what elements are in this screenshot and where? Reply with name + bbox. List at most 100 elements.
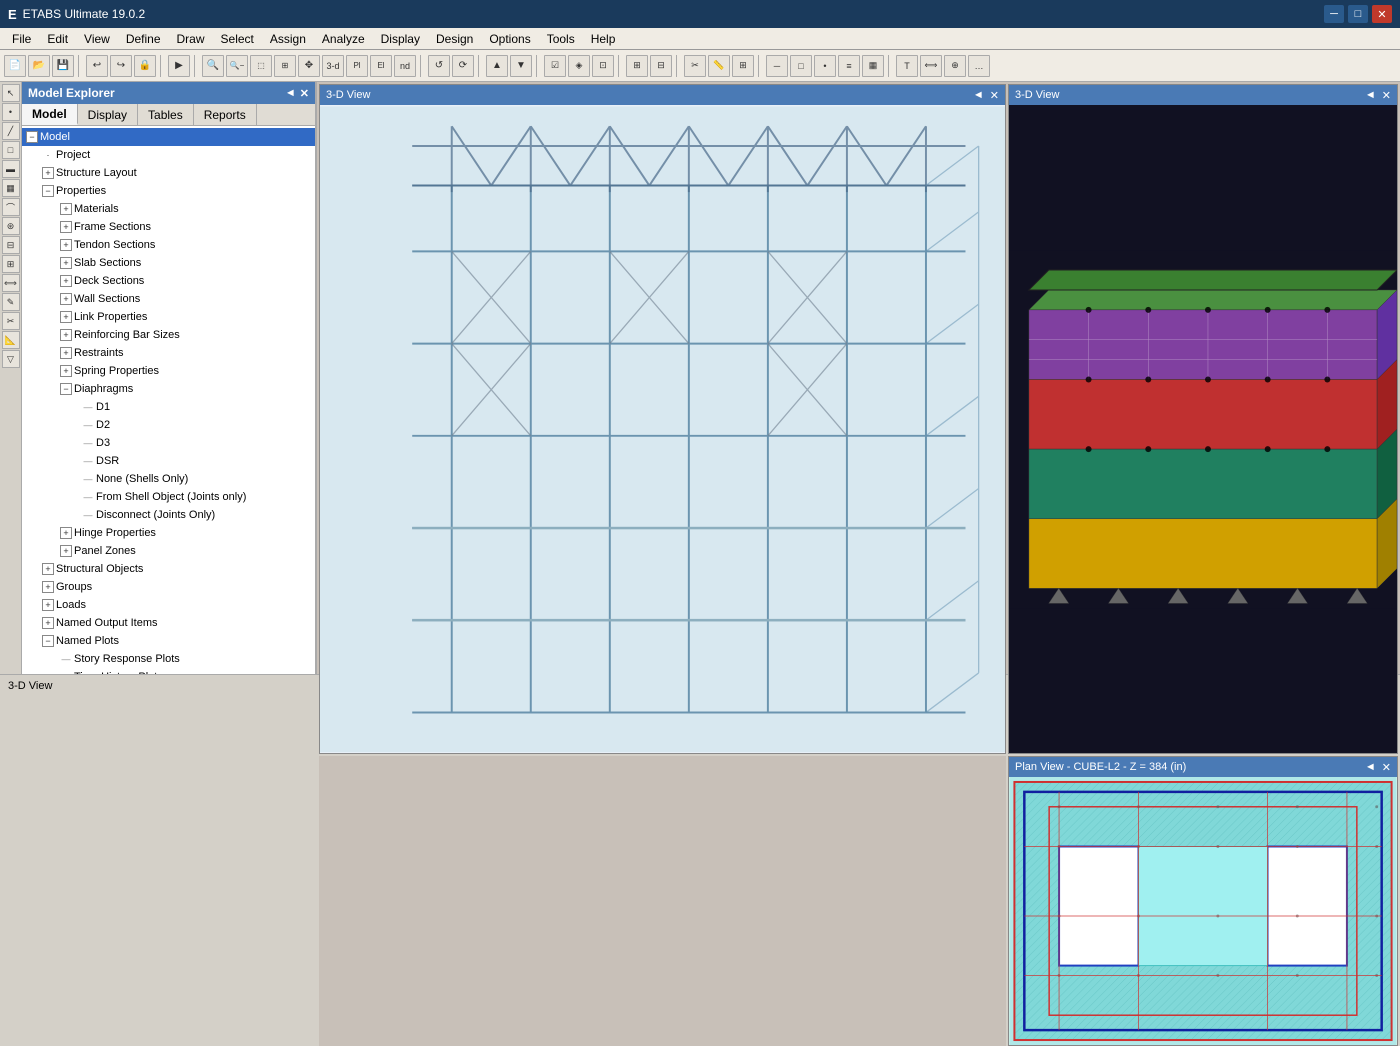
- minimize-button[interactable]: ─: [1324, 5, 1344, 23]
- tb-rotate[interactable]: ⟳: [452, 55, 474, 77]
- tb-refresh[interactable]: ↺: [428, 55, 450, 77]
- tree-item-loads[interactable]: + Loads: [22, 596, 315, 614]
- menu-tools[interactable]: Tools: [539, 30, 583, 48]
- lt-link[interactable]: ⊟: [2, 236, 20, 254]
- tb-redo[interactable]: ↪: [110, 55, 132, 77]
- tb-load-shell[interactable]: ▦: [862, 55, 884, 77]
- tb-frame[interactable]: ─: [766, 55, 788, 77]
- close-button[interactable]: ✕: [1372, 5, 1392, 23]
- tree-item-d1[interactable]: — D1: [22, 398, 315, 416]
- expander-panel-zones[interactable]: +: [60, 545, 72, 557]
- tb-grid[interactable]: ⊞: [732, 55, 754, 77]
- lt-wall[interactable]: ▬: [2, 160, 20, 178]
- tree-item-restraints[interactable]: + Restraints: [22, 344, 315, 362]
- lt-node[interactable]: •: [2, 103, 20, 121]
- tree-item-story-response[interactable]: — Story Response Plots: [22, 650, 315, 668]
- tb-elev[interactable]: El: [370, 55, 392, 77]
- tb-load-frame[interactable]: ≡: [838, 55, 860, 77]
- tb-zoom-rect[interactable]: ⬚: [250, 55, 272, 77]
- view-3d-main-close[interactable]: ✕: [990, 89, 999, 102]
- expander-frame-sections[interactable]: +: [60, 221, 72, 233]
- menu-select[interactable]: Select: [213, 30, 262, 48]
- view-3d-right-close[interactable]: ✕: [1382, 89, 1391, 102]
- lt-dimension[interactable]: ⟺: [2, 274, 20, 292]
- maximize-button[interactable]: □: [1348, 5, 1368, 23]
- tree-item-hinge-properties[interactable]: + Hinge Properties: [22, 524, 315, 542]
- sidebar-float-button[interactable]: ◄: [285, 87, 296, 100]
- tree-item-panel-zones[interactable]: + Panel Zones: [22, 542, 315, 560]
- view-3d-right-content[interactable]: [1009, 105, 1397, 753]
- expander-slab-sections[interactable]: +: [60, 257, 72, 269]
- expander-named-plots[interactable]: −: [42, 635, 54, 647]
- lt-section-cut[interactable]: ✂: [2, 312, 20, 330]
- tree-item-named-output[interactable]: + Named Output Items: [22, 614, 315, 632]
- view-plan-controls[interactable]: ◄ ✕: [1365, 761, 1391, 774]
- tab-tables[interactable]: Tables: [138, 104, 194, 125]
- expander-spring-properties[interactable]: +: [60, 365, 72, 377]
- expander-groups[interactable]: +: [42, 581, 54, 593]
- tb-new[interactable]: 📄: [4, 55, 26, 77]
- menu-display[interactable]: Display: [373, 30, 428, 48]
- tree-item-slab-sections[interactable]: + Slab Sections: [22, 254, 315, 272]
- sidebar-close-button[interactable]: ✕: [300, 87, 309, 100]
- expander-hinge-properties[interactable]: +: [60, 527, 72, 539]
- tb-insert[interactable]: ⊕: [944, 55, 966, 77]
- tb-joint[interactable]: •: [814, 55, 836, 77]
- tree-item-from-shell[interactable]: — From Shell Object (Joints only): [22, 488, 315, 506]
- expander-structure-layout[interactable]: +: [42, 167, 54, 179]
- tb-measure[interactable]: 📏: [708, 55, 730, 77]
- tb-down[interactable]: ▼: [510, 55, 532, 77]
- tree-item-d2[interactable]: — D2: [22, 416, 315, 434]
- tree-item-diaphragms[interactable]: − Diaphragms: [22, 380, 315, 398]
- sidebar-header-controls[interactable]: ◄ ✕: [285, 87, 309, 100]
- expander-tendon-sections[interactable]: +: [60, 239, 72, 251]
- lt-floor[interactable]: ▦: [2, 179, 20, 197]
- tree-item-disconnect[interactable]: — Disconnect (Joints Only): [22, 506, 315, 524]
- tree-item-frame-sections[interactable]: + Frame Sections: [22, 218, 315, 236]
- tree-item-tendon-sections[interactable]: + Tendon Sections: [22, 236, 315, 254]
- view-plan-close[interactable]: ✕: [1382, 761, 1391, 774]
- tb-undo[interactable]: ↩: [86, 55, 108, 77]
- tb-lock[interactable]: 🔒: [134, 55, 156, 77]
- tree-item-project[interactable]: · Project: [22, 146, 315, 164]
- menu-view[interactable]: View: [76, 30, 118, 48]
- tree-item-deck-sections[interactable]: + Deck Sections: [22, 272, 315, 290]
- expander-link-properties[interactable]: +: [60, 311, 72, 323]
- lt-select[interactable]: ↖: [2, 84, 20, 102]
- tb-deformed[interactable]: ◈: [568, 55, 590, 77]
- tab-display[interactable]: Display: [78, 104, 138, 125]
- lt-shell[interactable]: □: [2, 141, 20, 159]
- tb-save[interactable]: 💾: [52, 55, 74, 77]
- menu-file[interactable]: File: [4, 30, 39, 48]
- view-plan-undock[interactable]: ◄: [1365, 761, 1376, 774]
- tb-pan[interactable]: ✥: [298, 55, 320, 77]
- view-3d-main-controls[interactable]: ◄ ✕: [973, 89, 999, 102]
- tree-item-none-shells[interactable]: — None (Shells Only): [22, 470, 315, 488]
- menu-edit[interactable]: Edit: [39, 30, 76, 48]
- view-plan-content[interactable]: [1009, 777, 1397, 1045]
- tb-zoom-in[interactable]: 🔍: [202, 55, 224, 77]
- menu-draw[interactable]: Draw: [169, 30, 213, 48]
- tb-run[interactable]: ▶: [168, 55, 190, 77]
- tree-item-properties[interactable]: − Properties: [22, 182, 315, 200]
- tb-dim[interactable]: ⟺: [920, 55, 942, 77]
- lt-spring[interactable]: ⊛: [2, 217, 20, 235]
- view-3d-right-controls[interactable]: ◄ ✕: [1365, 89, 1391, 102]
- lt-measure[interactable]: 📐: [2, 331, 20, 349]
- expander-wall-sections[interactable]: +: [60, 293, 72, 305]
- tree-item-materials[interactable]: + Materials: [22, 200, 315, 218]
- tb-3d[interactable]: 3-d: [322, 55, 344, 77]
- tb-up[interactable]: ▲: [486, 55, 508, 77]
- tb-section-cut[interactable]: ✂: [684, 55, 706, 77]
- menu-assign[interactable]: Assign: [262, 30, 314, 48]
- tree-item-model[interactable]: − Model: [22, 128, 315, 146]
- lt-frame[interactable]: ╱: [2, 122, 20, 140]
- lt-annotation[interactable]: ✎: [2, 293, 20, 311]
- expander-loads[interactable]: +: [42, 599, 54, 611]
- expander-materials[interactable]: +: [60, 203, 72, 215]
- tree-item-named-plots[interactable]: − Named Plots: [22, 632, 315, 650]
- tree-item-link-properties[interactable]: + Link Properties: [22, 308, 315, 326]
- lt-grid[interactable]: ⊞: [2, 255, 20, 273]
- sidebar-tree[interactable]: − Model · Project + Structure Layout − P…: [22, 126, 315, 674]
- view-3d-right-undock[interactable]: ◄: [1365, 89, 1376, 102]
